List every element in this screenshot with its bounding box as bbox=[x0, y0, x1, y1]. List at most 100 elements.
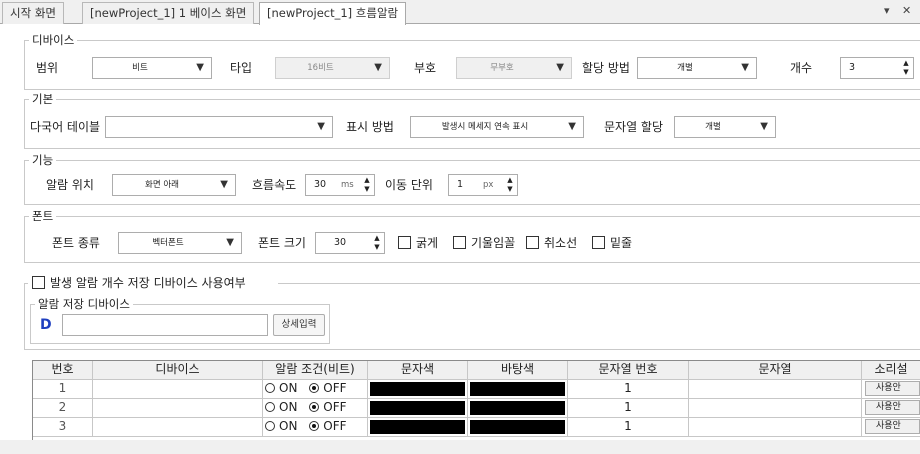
decrement-icon[interactable]: ▼ bbox=[900, 68, 912, 77]
alloc-select[interactable]: 개별 ▼ bbox=[637, 57, 757, 79]
font-size-stepper[interactable]: 30 ▲ ▼ bbox=[315, 232, 385, 254]
table-row-string[interactable] bbox=[689, 380, 862, 399]
close-icon[interactable]: ✕ bbox=[902, 4, 911, 17]
off-radio[interactable] bbox=[309, 402, 320, 412]
font-group-title: 폰트 bbox=[29, 209, 57, 223]
range-select[interactable]: 비트 ▼ bbox=[92, 57, 212, 79]
chevron-down-icon: ▼ bbox=[760, 121, 768, 132]
basic-group-title: 기본 bbox=[29, 92, 57, 106]
table-row-string[interactable] bbox=[689, 418, 862, 437]
device-group-title: 디바이스 bbox=[29, 33, 78, 47]
decrement-icon[interactable]: ▼ bbox=[504, 185, 516, 194]
table-row-device[interactable] bbox=[93, 418, 263, 437]
off-radio[interactable] bbox=[309, 421, 320, 431]
storage-device-input[interactable] bbox=[62, 314, 268, 336]
table-header-condition[interactable]: 알람 조건(비트) bbox=[263, 361, 368, 380]
on-radio[interactable] bbox=[265, 402, 275, 412]
alarm-position-select[interactable]: 화면 아래 ▼ bbox=[112, 174, 236, 196]
font-size-label: 폰트 크기 bbox=[258, 236, 306, 250]
use-storage-device-checkbox[interactable] bbox=[32, 276, 45, 289]
underline-label: 밑줄 bbox=[610, 236, 633, 250]
alarm-storage-device-title: 알람 저장 디바이스 bbox=[35, 297, 133, 311]
chevron-down-icon: ▼ bbox=[226, 237, 234, 248]
sound-button[interactable]: 사용안 bbox=[865, 419, 920, 434]
display-method-select[interactable]: 발생시 메세지 연속 표시 ▼ bbox=[410, 116, 584, 138]
decrement-icon[interactable]: ▼ bbox=[361, 185, 373, 194]
multilang-select[interactable]: ▼ bbox=[105, 116, 333, 138]
table-row-no: 3 bbox=[33, 418, 93, 437]
flow-speed-stepper[interactable]: 30 ms ▲ ▼ bbox=[305, 174, 375, 196]
display-method-label: 표시 방법 bbox=[346, 120, 394, 134]
table-row-sound: 사용안 bbox=[862, 399, 920, 418]
table-row-bg-color[interactable] bbox=[468, 380, 568, 399]
tab-list-dropdown-icon[interactable]: ▾ bbox=[884, 4, 890, 17]
move-step-label: 이동 단위 bbox=[385, 178, 433, 192]
strikethrough-label: 취소선 bbox=[544, 236, 578, 250]
chevron-down-icon: ▼ bbox=[568, 121, 576, 132]
move-step-stepper[interactable]: 1 px ▲ ▼ bbox=[448, 174, 518, 196]
sound-button[interactable]: 사용안 bbox=[865, 400, 920, 415]
alarm-table: 번호 디바이스 알람 조건(비트) 문자색 바탕색 문자열 번호 문자열 소리설… bbox=[32, 360, 920, 440]
range-label: 범위 bbox=[36, 61, 59, 75]
count-stepper[interactable]: 3 ▲ ▼ bbox=[840, 57, 914, 79]
table-header-string-no[interactable]: 문자열 번호 bbox=[568, 361, 689, 380]
count-label: 개수 bbox=[790, 61, 813, 75]
detail-input-button[interactable]: 상세입력 bbox=[273, 314, 325, 336]
table-header-no[interactable]: 번호 bbox=[33, 361, 93, 380]
table-row-condition: ON OFF bbox=[263, 418, 368, 437]
table-row-text-color[interactable] bbox=[368, 399, 468, 418]
alarm-position-label: 알람 위치 bbox=[46, 178, 94, 192]
table-header-bg-color[interactable]: 바탕색 bbox=[468, 361, 568, 380]
alloc-label: 할당 방법 bbox=[582, 61, 630, 75]
table-row-string-no[interactable]: 1 bbox=[568, 399, 689, 418]
tab-base-screen[interactable]: [newProject_1] 1 베이스 화면 bbox=[82, 2, 255, 24]
increment-icon[interactable]: ▲ bbox=[900, 59, 912, 68]
table-row-text-color[interactable] bbox=[368, 380, 468, 399]
string-alloc-select[interactable]: 개별 ▼ bbox=[674, 116, 776, 138]
increment-icon[interactable]: ▲ bbox=[504, 176, 516, 185]
tab-strip: 시작 화면 [newProject_1] 1 베이스 화면 [newProjec… bbox=[0, 0, 920, 25]
chevron-down-icon: ▼ bbox=[556, 62, 564, 73]
table-row-device[interactable] bbox=[93, 380, 263, 399]
table-row-sound: 사용안 bbox=[862, 380, 920, 399]
status-strip bbox=[0, 440, 920, 454]
decrement-icon[interactable]: ▼ bbox=[371, 243, 383, 252]
bold-checkbox[interactable] bbox=[398, 236, 411, 249]
table-row-bg-color[interactable] bbox=[468, 418, 568, 437]
strikethrough-checkbox[interactable] bbox=[526, 236, 539, 249]
tab-flow-alarm[interactable]: [newProject_1] 흐름알람 bbox=[259, 2, 407, 25]
table-header-string[interactable]: 문자열 bbox=[689, 361, 862, 380]
font-kind-label: 폰트 종류 bbox=[52, 236, 100, 250]
tab-start-screen[interactable]: 시작 화면 bbox=[2, 2, 64, 24]
on-radio[interactable] bbox=[265, 383, 275, 393]
increment-icon[interactable]: ▲ bbox=[361, 176, 373, 185]
table-row-string-no[interactable]: 1 bbox=[568, 380, 689, 399]
chevron-down-icon: ▼ bbox=[317, 121, 325, 132]
table-row-condition: ON OFF bbox=[263, 399, 368, 418]
font-kind-select[interactable]: 벡터폰트 ▼ bbox=[118, 232, 242, 254]
table-row-no: 2 bbox=[33, 399, 93, 418]
italic-checkbox[interactable] bbox=[453, 236, 466, 249]
table-row-text-color[interactable] bbox=[368, 418, 468, 437]
off-radio[interactable] bbox=[309, 383, 320, 393]
table-row-no: 1 bbox=[33, 380, 93, 399]
table-row-bg-color[interactable] bbox=[468, 399, 568, 418]
chevron-down-icon: ▼ bbox=[196, 62, 204, 73]
chevron-down-icon: ▼ bbox=[741, 62, 749, 73]
table-row-string[interactable] bbox=[689, 399, 862, 418]
table-header-device[interactable]: 디바이스 bbox=[93, 361, 263, 380]
table-row-device[interactable] bbox=[93, 399, 263, 418]
sound-button[interactable]: 사용안 bbox=[865, 381, 920, 396]
underline-checkbox[interactable] bbox=[592, 236, 605, 249]
table-header-text-color[interactable]: 문자색 bbox=[368, 361, 468, 380]
multilang-label: 다국어 테이블 bbox=[30, 120, 101, 134]
device-prefix-label: D bbox=[40, 317, 52, 333]
increment-icon[interactable]: ▲ bbox=[371, 234, 383, 243]
on-radio[interactable] bbox=[265, 421, 275, 431]
table-header-sound[interactable]: 소리설 bbox=[862, 361, 920, 380]
function-group-title: 기능 bbox=[29, 153, 57, 167]
table-row-sound: 사용안 bbox=[862, 418, 920, 437]
chevron-down-icon: ▼ bbox=[374, 62, 382, 73]
table-row-string-no[interactable]: 1 bbox=[568, 418, 689, 437]
chevron-down-icon: ▼ bbox=[220, 179, 228, 190]
